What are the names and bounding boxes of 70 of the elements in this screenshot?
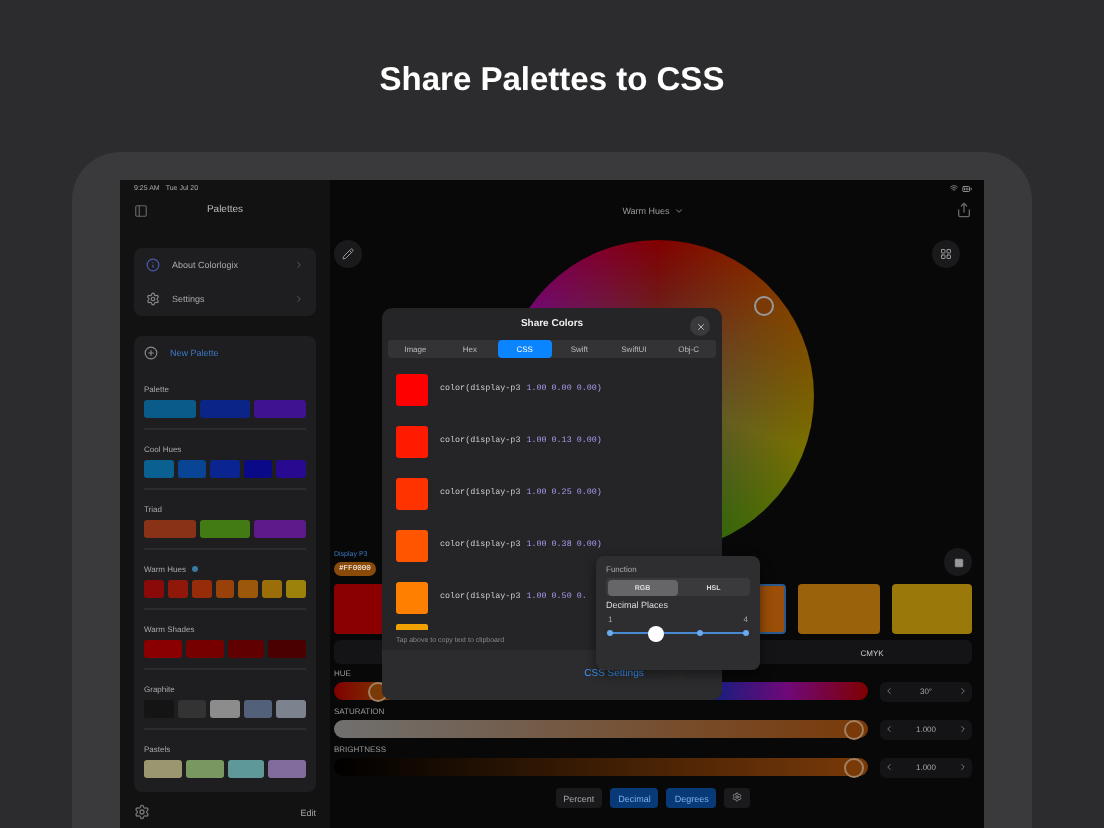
chevron-left-icon [884,762,894,772]
palette-swatch[interactable] [243,700,273,718]
color-swatch[interactable] [396,425,428,458]
palette-swatch[interactable] [262,580,283,598]
palette-swatch[interactable] [191,580,212,598]
grid-button[interactable] [932,240,960,268]
chevron-right-icon [958,686,968,696]
palette-swatch[interactable] [144,460,174,478]
palette-swatch[interactable] [177,460,207,478]
palette-swatch[interactable] [144,640,182,658]
settings-icon [134,804,150,820]
color-swatch[interactable] [396,373,428,406]
chevron-left-icon [884,724,894,734]
palette-swatch[interactable] [177,700,207,718]
battery-icon [962,183,972,193]
slider-thumb[interactable] [844,757,865,777]
sidebar-icon [134,203,148,217]
color-swatch[interactable] [798,584,880,634]
palette-swatch[interactable] [286,580,307,598]
settings-button[interactable] [724,788,751,808]
chevron-right-icon [957,762,968,772]
stop-button[interactable] [944,548,972,576]
settings-icon [146,292,160,306]
headline: Share Palettes to CSS [379,62,725,102]
plus-icon [144,346,158,360]
color-swatch[interactable] [396,581,428,614]
info-icon [146,258,160,272]
palette-swatch[interactable] [276,460,306,478]
color-swatch[interactable] [396,477,428,510]
palette-swatch[interactable] [227,640,265,658]
square-icon [953,557,963,567]
chevron-icon [294,260,304,270]
eyedropper-button[interactable] [334,240,362,268]
slider-track[interactable] [334,720,868,738]
palette-swatch[interactable] [144,400,196,418]
palette-swatch[interactable] [268,760,306,778]
chevron-down-icon [673,205,684,215]
palette-swatch[interactable] [199,520,251,538]
palette-swatch[interactable] [227,760,265,778]
color-swatch[interactable] [891,584,972,634]
palette-swatch[interactable] [268,640,306,658]
palette-swatch[interactable] [199,400,251,418]
palette-swatch[interactable] [210,460,240,478]
palette-swatch[interactable] [167,580,188,598]
wifi-icon [950,183,958,191]
share-icon [956,202,972,218]
color-swatch[interactable] [396,529,428,562]
pencil-icon [342,248,354,260]
close-button[interactable] [690,316,710,336]
palette-swatch[interactable] [243,460,273,478]
palette-swatch[interactable] [238,580,259,598]
slider-thumb[interactable] [844,719,865,739]
palette-swatch[interactable] [210,700,240,718]
palette-swatch[interactable] [254,400,307,418]
palette-swatch[interactable] [185,760,223,778]
slider-thumb[interactable] [647,625,664,641]
grid-icon [940,248,952,260]
chevron-icon [294,294,304,304]
slider-track[interactable] [334,758,868,776]
palette-swatch[interactable] [144,520,196,538]
palette-swatch[interactable] [144,760,182,778]
palette-swatch[interactable] [254,520,307,538]
palette-swatch[interactable] [215,580,235,598]
settings-icon [732,792,743,802]
palette-swatch[interactable] [276,700,306,718]
chevron-right-icon [957,724,968,734]
wheel-handle[interactable] [753,296,773,316]
palette-swatch[interactable] [144,580,164,598]
chevron-left-icon [884,686,894,696]
palette-swatch[interactable] [185,640,223,658]
